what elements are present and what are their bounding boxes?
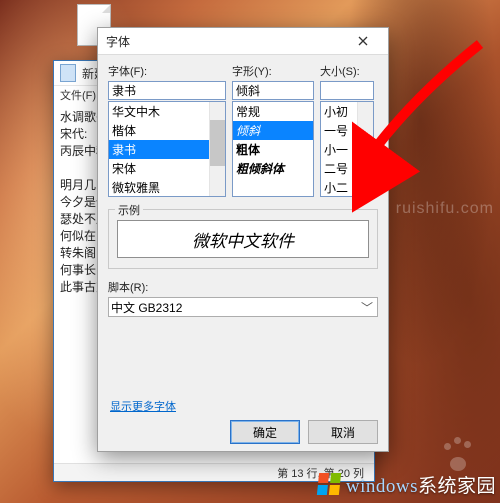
- dialog-title-text: 字体: [106, 33, 346, 50]
- style-list[interactable]: 常规倾斜粗体粗倾斜体: [232, 101, 314, 197]
- more-fonts-link[interactable]: 显示更多字体: [110, 398, 176, 414]
- font-label: 字体(F):: [108, 63, 226, 79]
- size-list[interactable]: 小初一号小一二号小二三号小三: [320, 101, 374, 197]
- ok-button[interactable]: 确定: [230, 420, 300, 444]
- font-list-item[interactable]: 楷体: [109, 121, 225, 140]
- style-list-item[interactable]: 粗体: [233, 140, 313, 159]
- size-input[interactable]: [320, 81, 374, 100]
- close-button[interactable]: [346, 31, 380, 51]
- style-list-item[interactable]: 粗倾斜体: [233, 159, 313, 178]
- style-label: 字形(Y):: [232, 63, 314, 79]
- script-select[interactable]: 中文 GB2312 ﹀: [108, 297, 378, 317]
- windows-logo-icon: [317, 473, 341, 495]
- font-input[interactable]: [108, 81, 226, 100]
- chevron-down-icon: ﹀: [359, 299, 375, 316]
- font-list-item[interactable]: 华文中木: [109, 102, 225, 121]
- font-list-item[interactable]: 宋体: [109, 159, 225, 178]
- dialog-titlebar[interactable]: 字体: [98, 28, 388, 55]
- site-logo: windows系统家园: [4, 467, 496, 501]
- style-input[interactable]: [232, 81, 314, 100]
- logo-text-b: 系统家园: [418, 476, 496, 497]
- sample-group: 示例 微软中文软件: [108, 209, 378, 269]
- notepad-icon: [60, 64, 76, 82]
- scroll-thumb[interactable]: [210, 120, 225, 166]
- style-list-item[interactable]: 常规: [233, 102, 313, 121]
- scroll-thumb[interactable]: [358, 138, 373, 168]
- logo-text-a: windows: [346, 476, 418, 497]
- watermark: ruishifu.com: [396, 200, 494, 218]
- script-label: 脚本(R):: [108, 279, 378, 295]
- font-list[interactable]: 华文中木楷体隶书宋体微软雅黑新宋体幼圆: [108, 101, 226, 197]
- font-dialog: 字体 字体(F): 华文中木楷体隶书宋体微软雅黑新宋体幼圆 字形(Y): 常规倾…: [97, 27, 389, 452]
- font-list-item[interactable]: 微软雅黑: [109, 178, 225, 197]
- close-icon: [358, 36, 368, 46]
- font-list-scrollbar[interactable]: [209, 102, 225, 196]
- font-list-item[interactable]: 隶书: [109, 140, 225, 159]
- script-value: 中文 GB2312: [111, 299, 182, 316]
- sample-text: 微软中文软件: [117, 220, 369, 258]
- size-label: 大小(S):: [320, 63, 374, 79]
- cancel-button[interactable]: 取消: [308, 420, 378, 444]
- style-list-item[interactable]: 倾斜: [233, 121, 313, 140]
- size-list-scrollbar[interactable]: [357, 102, 373, 196]
- sample-label: 示例: [115, 202, 143, 218]
